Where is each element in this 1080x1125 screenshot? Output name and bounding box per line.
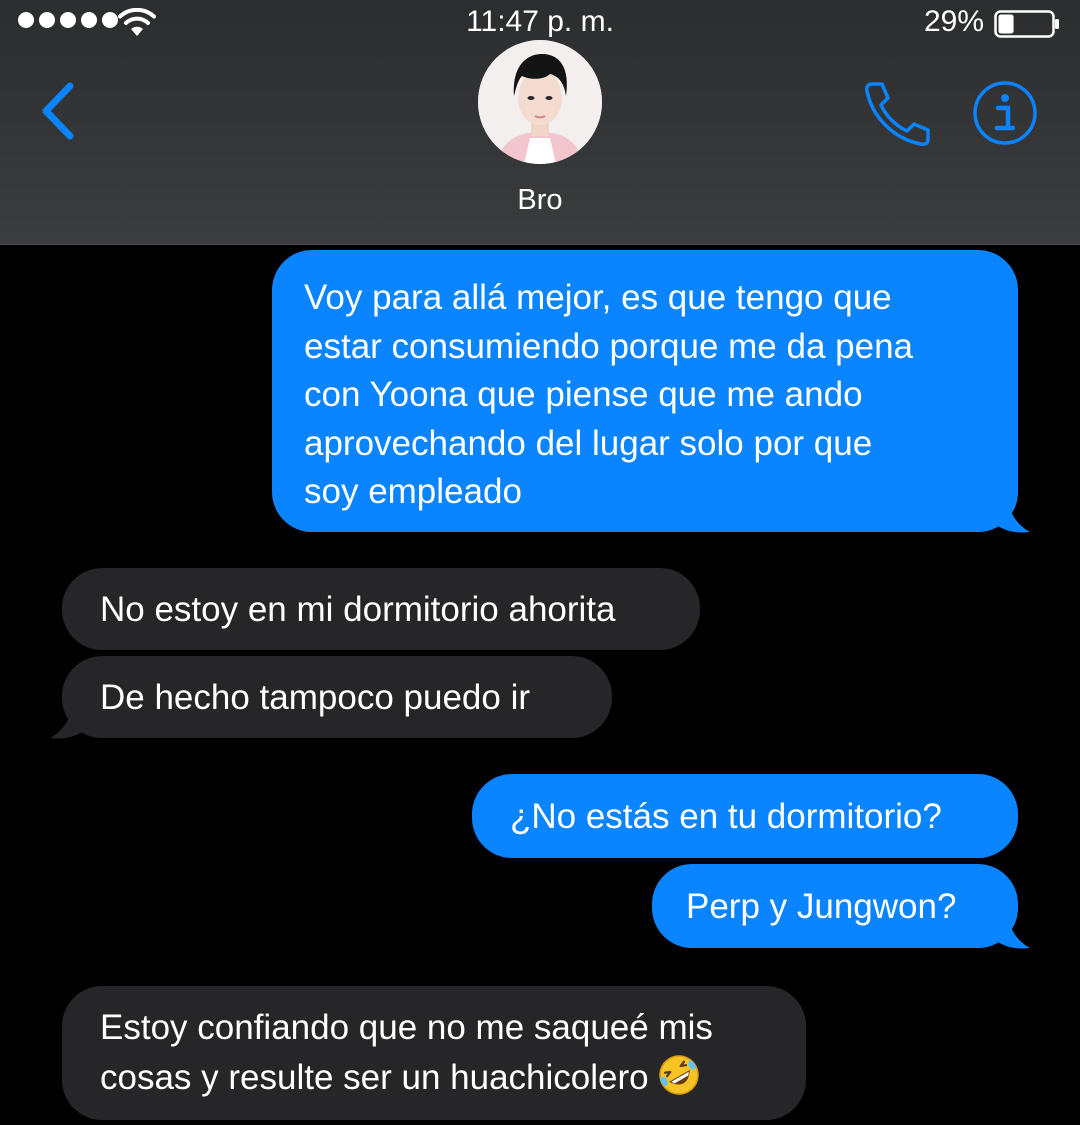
- outgoing-message-bubble[interactable]: Perp y Jungwon?: [652, 864, 1018, 948]
- message-text-line: Estoy confiando que no me saqueé mis: [100, 1008, 713, 1047]
- battery-icon: [994, 10, 1059, 38]
- phone-icon: [865, 82, 930, 146]
- message-text-line: aprovechando del lugar solo por que: [304, 423, 873, 463]
- contact-avatar-image: [478, 40, 602, 164]
- message-text-line: De hecho tampoco puedo ir: [100, 678, 530, 717]
- incoming-bubble-tail: [50, 696, 90, 739]
- status-time: 11:47 p. m.: [466, 5, 614, 38]
- incoming-message-bubble[interactable]: No estoy en mi dormitorio ahorita: [62, 568, 700, 650]
- message-text-line: Voy para allá mejor, es que tengo que: [304, 278, 892, 317]
- message-text-line: soy empleado: [304, 472, 522, 511]
- contact-name[interactable]: Bro: [0, 184, 1080, 217]
- message-text-line: con Yoona que piense que me ando: [304, 375, 863, 414]
- message-text-line: No estoy en mi dormitorio ahorita: [100, 590, 616, 629]
- outgoing-bubble-tail: [990, 490, 1030, 533]
- incoming-message-bubble[interactable]: Estoy confiando que no me saqueé mis cos…: [62, 986, 806, 1120]
- call-button[interactable]: [858, 80, 932, 146]
- message-text-line: Perp y Jungwon?: [686, 887, 957, 926]
- outgoing-message-bubble[interactable]: Voy para allá mejor, es que tengo que es…: [272, 250, 1018, 532]
- incoming-message-bubble[interactable]: De hecho tampoco puedo ir: [62, 656, 612, 738]
- message-text-line: estar consumiendo porque me da pena: [304, 326, 914, 366]
- avatar[interactable]: [478, 40, 602, 164]
- message-text: cosas y resulte ser un huachicolero: [100, 1057, 649, 1097]
- message-text-line: cosas y resulte ser un huachicolero: [100, 1053, 776, 1103]
- back-button[interactable]: [36, 80, 84, 142]
- info-icon: [973, 81, 1037, 145]
- chevron-left-icon: [42, 82, 74, 140]
- battery-percentage: 29%: [923, 5, 984, 38]
- conversation-header: 11:47 p. m. 29% Bro: [0, 0, 1080, 245]
- outgoing-message-bubble[interactable]: ¿No estás en tu dormitorio?: [472, 774, 1018, 858]
- rolling-on-floor-laughing-emoji: [658, 1054, 699, 1095]
- info-button[interactable]: [972, 80, 1038, 146]
- outgoing-bubble-tail: [990, 906, 1030, 949]
- conversation-screen: 11:47 p. m. 29% Bro Voy para allá mejor,…: [0, 0, 1080, 1125]
- message-text-line: ¿No estás en tu dormitorio?: [510, 797, 942, 836]
